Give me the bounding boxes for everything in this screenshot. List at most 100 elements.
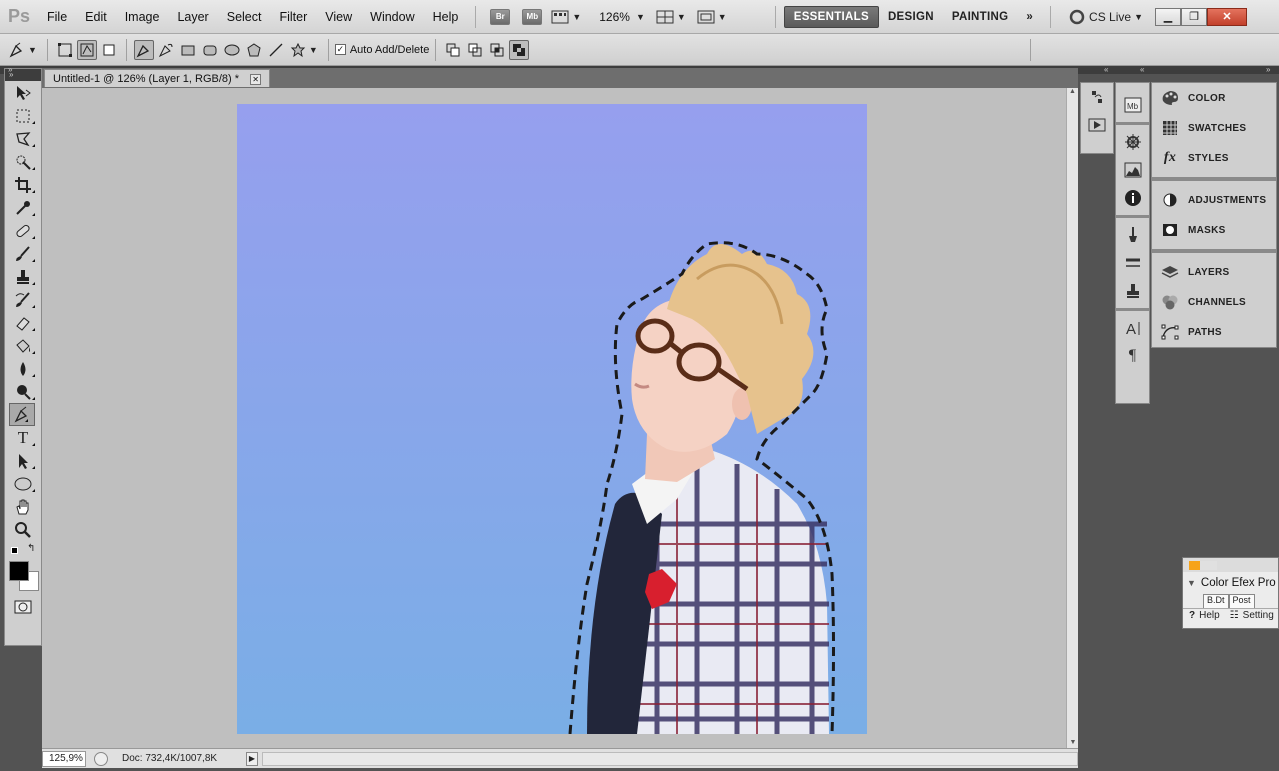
chevron-down-icon[interactable]: ▼: [309, 45, 318, 55]
zoom-tool-icon[interactable]: [5, 518, 41, 541]
expand-toolbox-icon[interactable]: »: [8, 66, 12, 74]
type-tool-icon[interactable]: T: [5, 426, 41, 449]
eyedropper-tool-icon[interactable]: [5, 196, 41, 219]
triangle-down-icon[interactable]: ▼: [1187, 578, 1196, 588]
collapse-icon[interactable]: «: [1140, 66, 1144, 74]
menu-edit[interactable]: Edit: [76, 0, 116, 34]
pen-tool-preset-icon[interactable]: [7, 40, 27, 60]
chevron-down-icon[interactable]: ▼: [718, 12, 727, 22]
view-extras-icon[interactable]: [550, 9, 570, 25]
zoom-level[interactable]: 126%: [599, 10, 630, 24]
hand-tool-icon[interactable]: [5, 495, 41, 518]
rounded-rectangle-icon[interactable]: [200, 40, 220, 60]
swap-colors-icon[interactable]: ↰: [27, 543, 35, 554]
more-workspaces-icon[interactable]: »: [1017, 6, 1042, 28]
dodge-tool-icon[interactable]: [5, 380, 41, 403]
scroll-up-icon[interactable]: ▲: [1067, 88, 1078, 95]
document-tab[interactable]: Untitled-1 @ 126% (Layer 1, RGB/8) * ✕: [44, 69, 271, 87]
path-selection-tool-icon[interactable]: [5, 449, 41, 472]
panel-color[interactable]: COLOR: [1152, 83, 1276, 113]
fill-pixels-icon[interactable]: [99, 40, 119, 60]
menu-image[interactable]: Image: [116, 0, 169, 34]
chevron-down-icon[interactable]: ▼: [677, 12, 686, 22]
polygon-icon[interactable]: [244, 40, 264, 60]
menu-view[interactable]: View: [316, 0, 361, 34]
minibridge-button[interactable]: Mb: [522, 8, 543, 25]
efex-help[interactable]: Help: [1199, 610, 1220, 621]
scroll-down-icon[interactable]: ▼: [1067, 739, 1079, 746]
freeform-pen-icon[interactable]: [156, 40, 176, 60]
histogram-icon[interactable]: [1118, 156, 1148, 184]
screen-mode-icon[interactable]: [696, 9, 716, 25]
lasso-tool-icon[interactable]: [5, 127, 41, 150]
workspace-essentials[interactable]: ESSENTIALS: [783, 5, 879, 28]
efex-tab-1[interactable]: B.Dt: [1203, 594, 1229, 608]
marquee-tool-icon[interactable]: [5, 104, 41, 127]
intersect-path-icon[interactable]: [487, 40, 507, 60]
collapse-icon[interactable]: »: [1266, 66, 1270, 74]
subtract-from-path-icon[interactable]: [465, 40, 485, 60]
settings-icon[interactable]: ☷: [1230, 610, 1239, 621]
menu-window[interactable]: Window: [361, 0, 423, 34]
close-tab-icon[interactable]: ✕: [250, 73, 262, 85]
spot-healing-tool-icon[interactable]: [5, 219, 41, 242]
menu-filter[interactable]: Filter: [270, 0, 316, 34]
shape-layers-icon[interactable]: [55, 40, 75, 60]
pen-icon[interactable]: [133, 39, 154, 60]
menu-file[interactable]: File: [38, 0, 76, 34]
clone-stamp-tool-icon[interactable]: [5, 265, 41, 288]
efex-settings[interactable]: Setting: [1243, 610, 1274, 621]
navigator-icon[interactable]: [1118, 128, 1148, 156]
quick-selection-tool-icon[interactable]: [5, 150, 41, 173]
quick-mask-icon[interactable]: [5, 595, 41, 618]
arrange-documents-icon[interactable]: [655, 9, 675, 25]
panel-masks[interactable]: MASKS: [1152, 215, 1276, 245]
brush-tool-icon[interactable]: [5, 242, 41, 265]
eraser-tool-icon[interactable]: [5, 311, 41, 334]
exclude-overlap-icon[interactable]: [509, 39, 530, 60]
panel-styles[interactable]: fx STYLES: [1152, 143, 1276, 173]
bridge-button[interactable]: Br: [490, 8, 511, 25]
add-to-path-icon[interactable]: [443, 40, 463, 60]
efex-header[interactable]: ▼ Color Efex Pro: [1183, 572, 1278, 594]
workspace-painting[interactable]: PAINTING: [943, 6, 1018, 28]
pen-tool-icon[interactable]: [9, 403, 35, 426]
paint-bucket-tool-icon[interactable]: [5, 334, 41, 357]
custom-shape-icon[interactable]: [288, 40, 308, 60]
brush-presets-icon[interactable]: [1118, 249, 1148, 277]
chevron-down-icon[interactable]: ▼: [636, 12, 645, 22]
efex-titlebar[interactable]: [1183, 558, 1278, 572]
auto-add-delete-checkbox[interactable]: ✓: [334, 44, 346, 55]
efex-tab-2[interactable]: Post: [1228, 594, 1255, 608]
paths-mode-icon[interactable]: [76, 39, 97, 60]
mini-bridge-icon[interactable]: Mb: [1118, 91, 1148, 119]
chevron-down-icon[interactable]: ▼: [28, 45, 37, 55]
help-icon[interactable]: ?: [1189, 610, 1195, 621]
panel-channels[interactable]: CHANNELS: [1152, 287, 1276, 317]
minimize-button[interactable]: ▁: [1155, 7, 1181, 26]
history-icon[interactable]: [1082, 83, 1112, 111]
history-brush-tool-icon[interactable]: [5, 288, 41, 311]
panel-swatches[interactable]: SWATCHES: [1152, 113, 1276, 143]
foreground-color-swatch[interactable]: [9, 561, 29, 581]
line-icon[interactable]: [266, 40, 286, 60]
panel-layers[interactable]: LAYERS: [1152, 257, 1276, 287]
clone-source-icon[interactable]: [1118, 277, 1148, 305]
menu-select[interactable]: Select: [218, 0, 271, 34]
panel-adjustments[interactable]: ADJUSTMENTS: [1152, 185, 1276, 215]
ellipse-tool-icon[interactable]: [5, 472, 41, 495]
character-icon[interactable]: A: [1118, 314, 1148, 342]
close-button[interactable]: ✕: [1207, 7, 1247, 26]
document-canvas[interactable]: [237, 104, 867, 734]
cs-live-menu[interactable]: CS Live ▼: [1069, 9, 1143, 25]
blur-tool-icon[interactable]: [5, 357, 41, 380]
menu-layer[interactable]: Layer: [168, 0, 217, 34]
default-colors-icon[interactable]: [11, 547, 18, 554]
horizontal-scrollbar[interactable]: [262, 751, 1078, 766]
panel-paths[interactable]: PATHS: [1152, 317, 1276, 347]
info-icon[interactable]: [1118, 184, 1148, 212]
ellipse-icon[interactable]: [222, 40, 242, 60]
brushes-icon[interactable]: [1118, 221, 1148, 249]
crop-tool-icon[interactable]: [5, 173, 41, 196]
actions-icon[interactable]: [1082, 111, 1112, 139]
